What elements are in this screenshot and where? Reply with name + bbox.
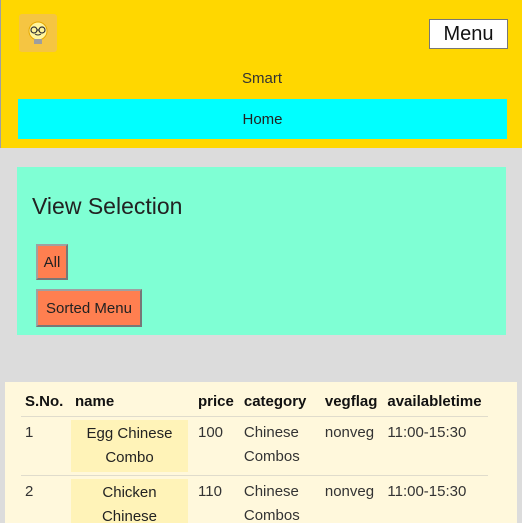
column-header-price: price <box>194 388 240 417</box>
view-all-button[interactable]: All <box>36 244 68 280</box>
cell-category: Chinese Combos <box>239 475 321 523</box>
view-selection-panel: View Selection All Sorted Menu <box>17 167 506 335</box>
menu-table-container: S.No. name price category vegflag availa… <box>5 382 517 523</box>
menu-table: S.No. name price category vegflag availa… <box>21 388 488 523</box>
item-name: Egg Chinese Combo <box>71 419 188 472</box>
cell-vegflag: nonveg <box>320 475 384 523</box>
cell-availabletime: 11:00-15:30 <box>383 416 488 476</box>
column-header-availabletime: availabletime <box>383 388 488 417</box>
view-selection-title: View Selection <box>32 193 183 219</box>
cell-category: Chinese Combos <box>239 416 321 476</box>
cell-vegflag: nonveg <box>320 416 384 476</box>
site-header: Menu Smart Home <box>0 0 522 148</box>
cell-name: Chicken Chinese <box>71 475 194 523</box>
brand-name: Smart <box>241 70 282 87</box>
column-header-sno: S.No. <box>21 388 71 417</box>
table-row: 2 Chicken Chinese 110 Chinese Combos non… <box>21 475 488 523</box>
item-name: Chicken Chinese <box>71 478 188 523</box>
smart-bulb-logo-icon[interactable] <box>19 14 57 52</box>
column-header-category: category <box>239 388 321 417</box>
cell-price: 100 <box>194 416 240 476</box>
cell-name: Egg Chinese Combo <box>71 416 194 476</box>
table-header-row: S.No. name price category vegflag availa… <box>21 388 488 417</box>
cell-availabletime: 11:00-15:30 <box>383 475 488 523</box>
cell-sno: 2 <box>21 475 71 523</box>
column-header-vegflag: vegflag <box>320 388 384 417</box>
nav-home-link[interactable]: Home <box>18 99 507 139</box>
cell-sno: 1 <box>21 416 71 476</box>
column-header-name: name <box>71 388 194 417</box>
sorted-menu-button[interactable]: Sorted Menu <box>36 289 142 327</box>
table-row: 1 Egg Chinese Combo 100 Chinese Combos n… <box>21 416 488 476</box>
cell-price: 110 <box>194 475 240 523</box>
menu-button[interactable]: Menu <box>429 19 508 49</box>
